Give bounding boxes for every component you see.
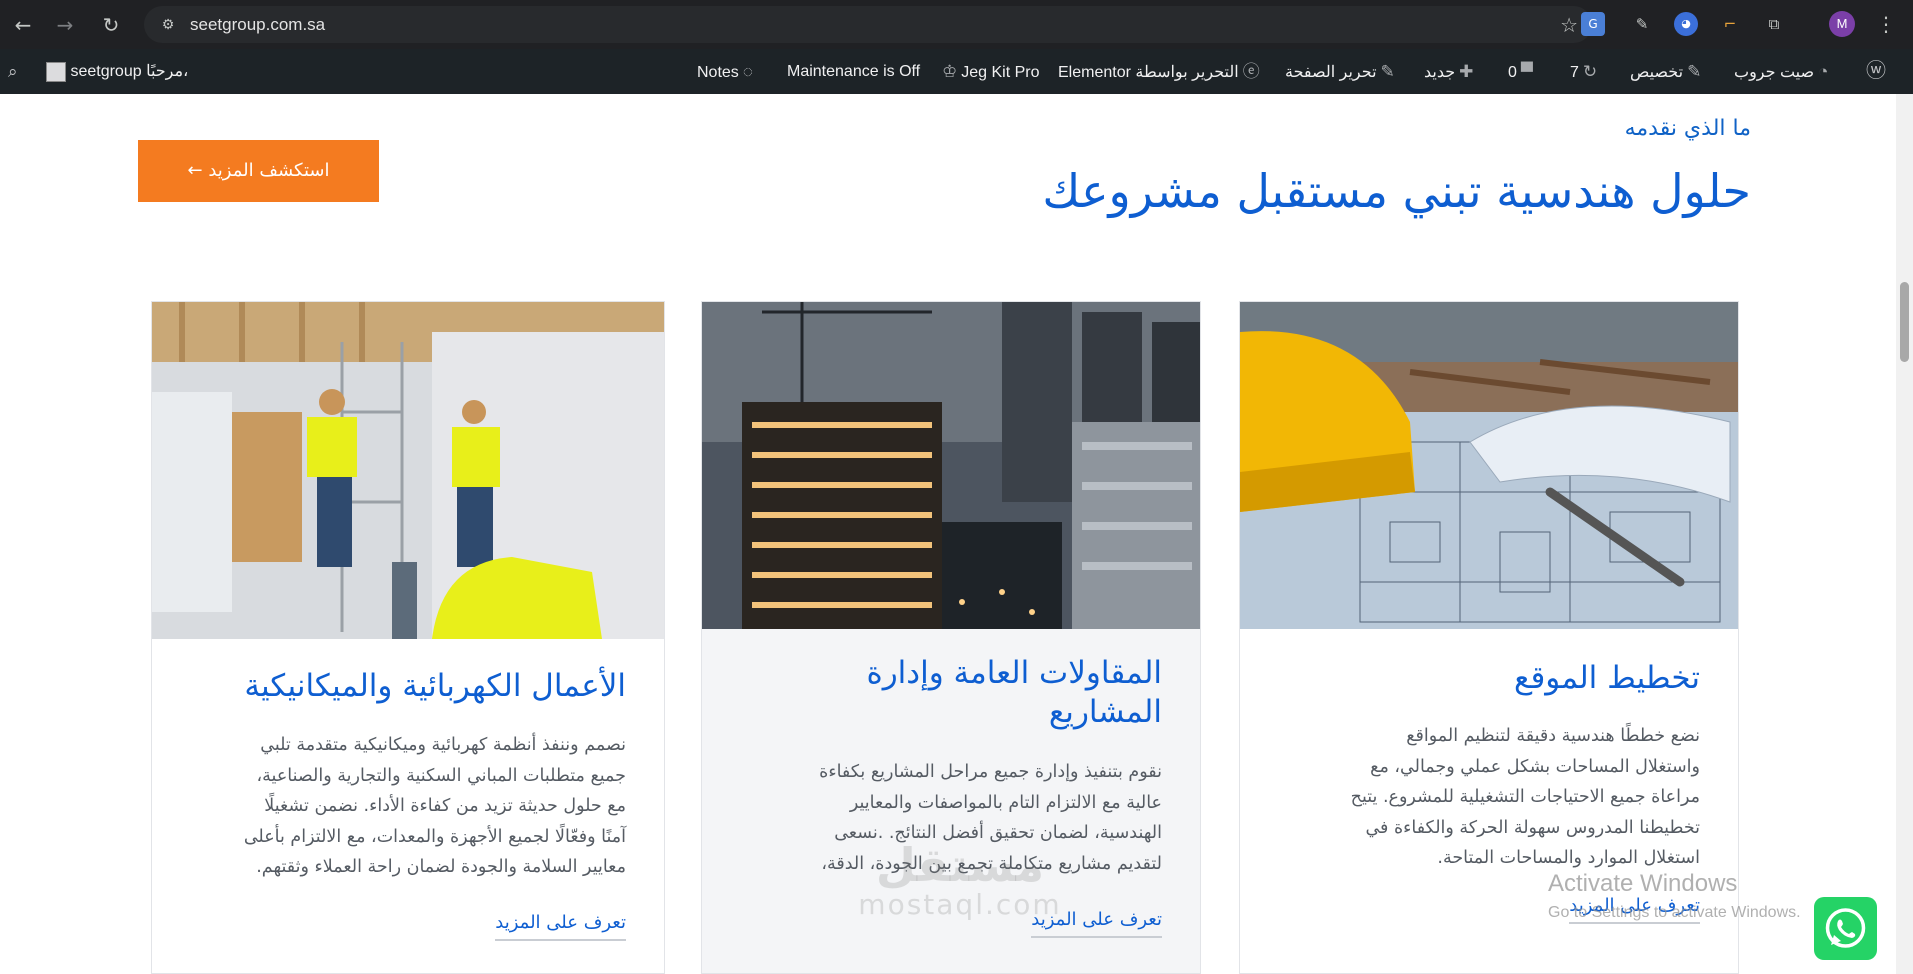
search-icon[interactable]: ⌕ [4,49,22,94]
address-bar[interactable]: ⚙ seetgroup.com.sa ☆ [144,6,1592,43]
card-title: المقاولات العامة وإدارة المشاريع [866,655,1162,730]
card-description: نصمم وننفذ أنظمة كهربائية وميكانيكية متق… [243,735,626,877]
updates-icon: ↻ [1582,62,1598,81]
adminbar-maintenance[interactable]: Maintenance is Off [787,49,920,94]
card-title: الأعمال الكهربائية والميكانيكية [244,668,626,704]
notes-icon: ◌ [742,62,753,81]
adminbar-updates[interactable]: 7 ↻ [1570,49,1601,94]
adminbar-account[interactable]: seetgroup مرحبًا، [40,49,188,94]
blueprint-helmet-image [1240,302,1738,629]
back-icon[interactable]: ← [10,12,36,38]
adminbar-edit-page[interactable]: تحرير الصفحة ✎ [1285,49,1399,94]
section-eyebrow: ما الذي نقدمه [1624,116,1751,141]
adminbar-notes[interactable]: Notes ◌ [697,49,757,94]
card-description: نضع خططًا هندسية دقيقة لتنظيم المواقع وا… [1350,726,1700,868]
construction-city-image [702,302,1200,629]
adminbar-site-name[interactable]: صيت جروب ◔ [1734,49,1832,94]
scrollbar-thumb[interactable] [1900,282,1909,362]
url-text[interactable]: seetgroup.com.sa [190,15,325,35]
eyedropper-icon[interactable]: ✎ [1630,12,1654,36]
mostaql-watermark: مستقل mostaql.com [858,838,1062,921]
card-title: تخطيط الموقع [1513,660,1700,696]
service-card-electromechanical: الأعمال الكهربائية والميكانيكية نصمم ونن… [151,301,665,974]
adminbar-customize[interactable]: تخصيص ✎ [1630,49,1705,94]
activate-windows-notice: Activate Windows Go to Settings to activ… [1548,870,1801,921]
elementor-icon: ⓔ [1242,62,1260,81]
whatsapp-button[interactable] [1814,897,1877,960]
avatar [46,61,66,82]
extension-icon[interactable]: ◕ [1674,12,1698,36]
plus-icon: ✚ [1459,62,1474,81]
site-info-icon[interactable]: ⚙ [158,15,178,35]
pencil-icon: ✎ [1380,62,1395,81]
puzzle-icon[interactable]: ⧉ [1762,12,1786,36]
whatsapp-icon [1825,908,1866,948]
forward-icon[interactable]: → [52,12,78,38]
page-scrollbar[interactable] [1896,94,1913,974]
adminbar-elementor[interactable]: Elementor التحرير بواسطة ⓔ [1058,49,1264,94]
reload-icon[interactable]: ↻ [98,12,124,38]
adminbar-jegkit[interactable]: ♔ Jeg Kit Pro [938,49,1040,94]
wordpress-logo-icon[interactable]: ⓦ [1862,49,1890,94]
learn-more-link[interactable]: تعرف على المزيد [495,912,626,941]
explore-more-button[interactable]: استكشف المزيد ← [138,140,379,202]
browser-toolbar: ← → ↻ ⚙ seetgroup.com.sa ☆ G ✎ ◕ ⌐ ⧉ M ⋮ [0,0,1913,49]
extension-icon[interactable]: ⌐ [1718,12,1742,36]
adminbar-comments[interactable]: 0 ▀ [1508,49,1537,94]
brush-icon: ✎ [1687,62,1702,81]
admin-bar: ⓦ صيت جروب ◔ تخصيص ✎ 7 ↻ 0 ▀ جديد ✚ تحرير الص… [0,49,1913,94]
dashboard-icon: ◔ [1818,62,1829,81]
comment-icon: ▀ [1520,62,1533,81]
page-title: حلول هندسية تبني مستقبل مشروعك [1042,164,1751,218]
menu-icon[interactable]: ⋮ [1876,12,1896,36]
bookmark-star-icon[interactable]: ☆ [1560,13,1578,37]
translate-icon[interactable]: G [1581,12,1605,36]
adminbar-new[interactable]: جديد ✚ [1424,49,1477,94]
crown-icon: ♔ [942,62,958,81]
avatar[interactable]: M [1829,11,1855,37]
workers-image [152,302,664,639]
